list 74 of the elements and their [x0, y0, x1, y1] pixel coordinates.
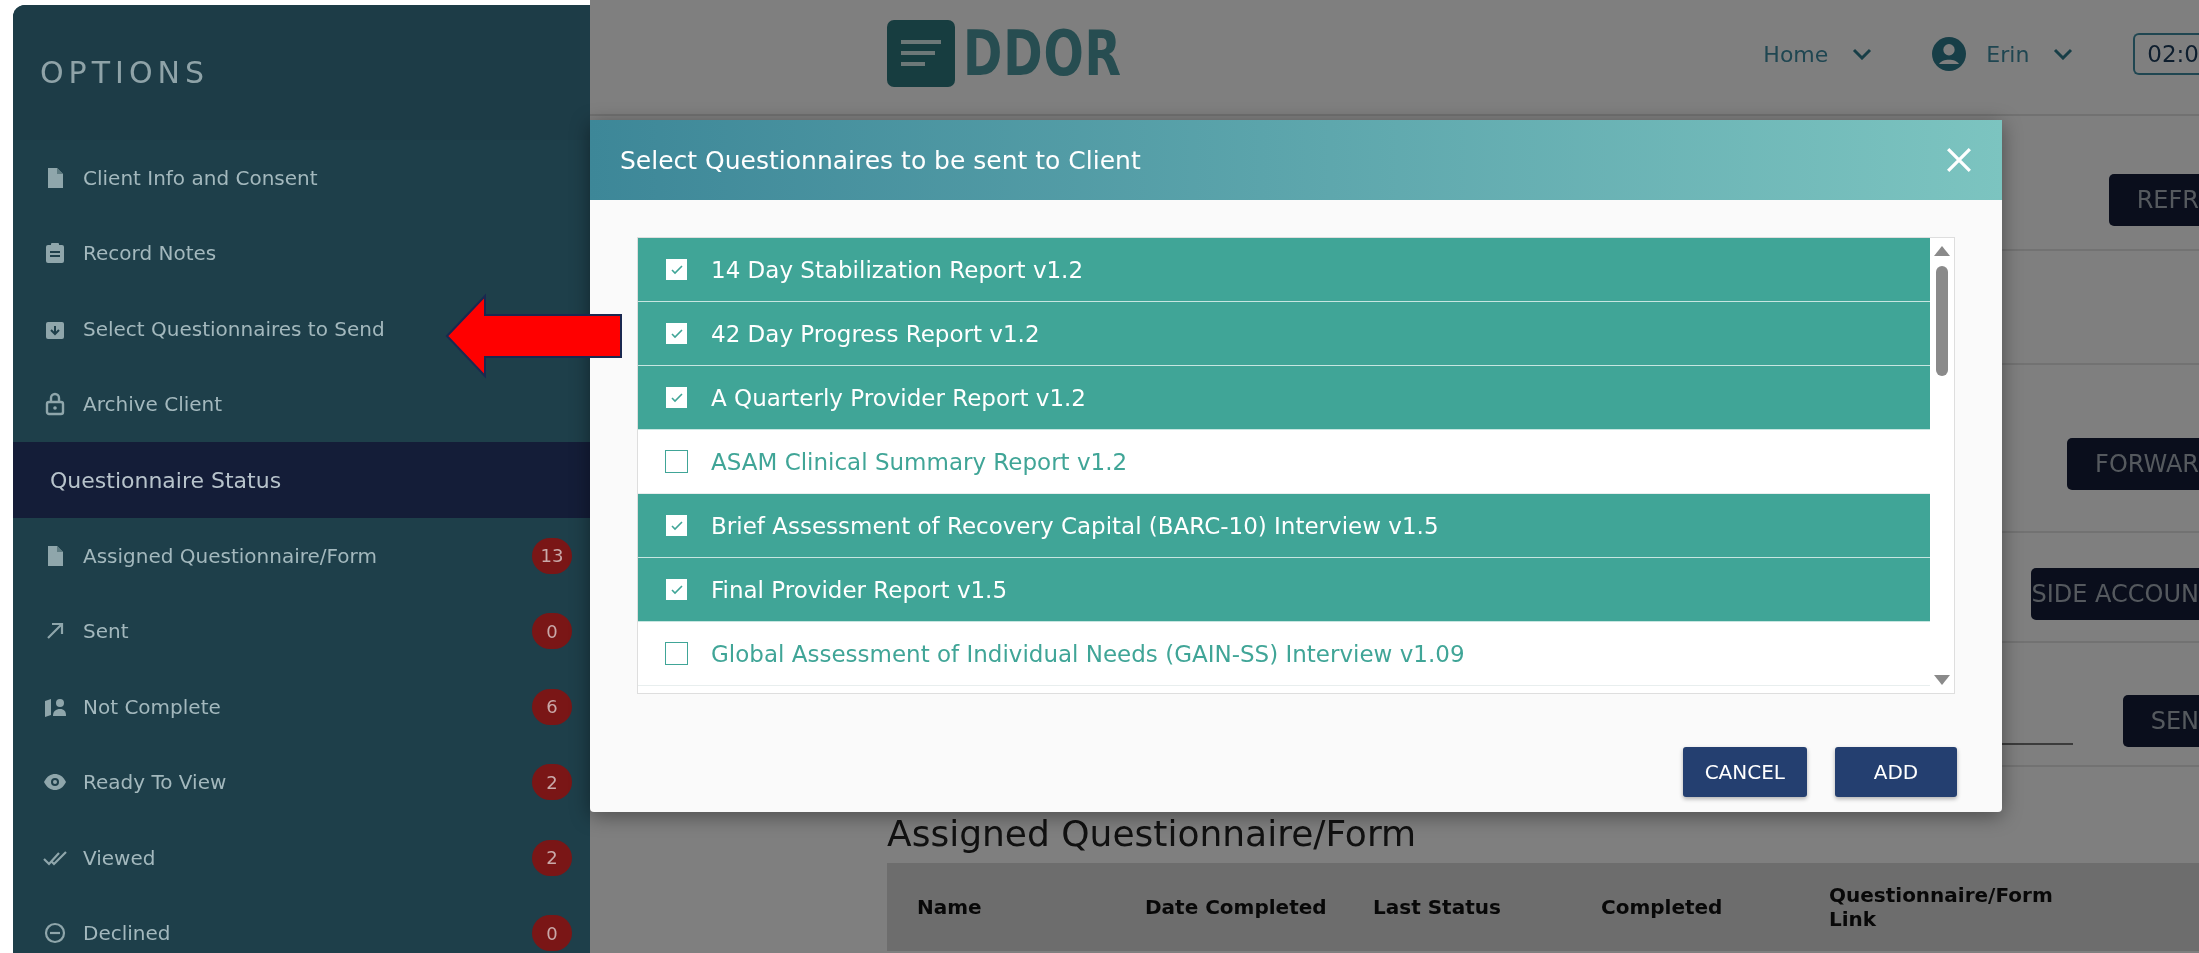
dialog-title: Select Questionnaires to be sent to Client [620, 145, 1142, 175]
sidebar-item[interactable]: Ready To View 2 [13, 744, 590, 820]
sidebar-item[interactable]: Select Questionnaires to Send [13, 291, 391, 367]
sidebar-item[interactable]: Declined 0 [13, 895, 590, 953]
logo-icon [887, 19, 955, 87]
logo-text: DDOR [963, 16, 1122, 90]
count-badge: 2 [532, 839, 572, 876]
dialog-button[interactable]: ADD [1835, 747, 1957, 797]
list-item-label: Global Assessment of Individual Needs (GAIN-SS) Interview v1.09 [711, 640, 1465, 667]
sidebar-item[interactable]: Sent 0 [13, 593, 590, 669]
scroll-down-icon[interactable] [1934, 675, 1950, 685]
list-item[interactable]: A Quarterly Provider Report v1.2 [638, 366, 1930, 430]
column-header: Name [917, 895, 983, 919]
sidebar-item[interactable]: Not Complete 6 [13, 669, 590, 745]
section-header: Questionnaire Status [13, 442, 590, 518]
list-item[interactable]: Brief Assessment of Recovery Capital (BARC-10) Interview v1.5 [638, 494, 1930, 558]
user-icon [1932, 37, 1967, 71]
checkbox[interactable] [665, 322, 688, 345]
column-header: Completed [1601, 895, 1724, 919]
section-heading: Assigned Questionnaire/Form [887, 813, 1418, 855]
sidebar-item[interactable]: Viewed 2 [13, 820, 590, 896]
sidebar-item[interactable]: Record Notes [13, 215, 223, 291]
chevron-down-icon [2053, 48, 2074, 60]
list-item[interactable]: Final Provider Report v1.5 [638, 558, 1930, 622]
action-button[interactable]: FORWAR [2067, 438, 2199, 490]
sidebar-item-label: Ready To View [83, 770, 228, 795]
sidebar-item-label: Viewed [83, 845, 157, 870]
arrow-annotation-icon [445, 293, 623, 379]
list-item-label: A Quarterly Provider Report v1.2 [711, 384, 1086, 411]
count-badge: 13 [532, 537, 572, 574]
sidebar-item-label: Not Complete [83, 694, 222, 719]
checkbox[interactable] [665, 642, 688, 665]
list-item-label: Brief Assessment of Recovery Capital (BARC-10) Interview v1.5 [711, 512, 1439, 539]
dialog-button[interactable]: CANCEL [1682, 747, 1807, 797]
nav-label: Erin [1986, 41, 2030, 67]
list-item-label: 14 Day Stabilization Report v1.2 [711, 256, 1084, 283]
scroll-up-icon[interactable] [1934, 246, 1950, 256]
close-button[interactable] [1946, 147, 1972, 173]
sidebar-item[interactable]: Client Info and Consent [13, 140, 324, 216]
count-badge: 0 [532, 915, 572, 952]
chevron-down-icon [1852, 48, 1873, 60]
list-item[interactable]: 42 Day Progress Report v1.2 [638, 302, 1930, 366]
count-badge: 0 [532, 613, 572, 650]
action-button[interactable]: SIDE ACCOUN [2031, 568, 2199, 620]
sidebar-item[interactable]: Archive Client [13, 366, 229, 442]
nav-label: Home [1763, 41, 1829, 67]
sidebar-item-label: Sent [83, 619, 130, 644]
count-badge: 2 [532, 764, 572, 801]
column-header: Date Completed [1145, 895, 1328, 919]
action-button[interactable]: SEN [2122, 695, 2199, 747]
sidebar-item[interactable]: Assigned Questionnaire/Form 13 [13, 518, 590, 594]
list-item-label: ASAM Clinical Summary Report v1.2 [711, 448, 1128, 475]
list-item-label: Final Provider Report v1.5 [711, 576, 1008, 603]
checkbox[interactable] [665, 386, 688, 409]
count-badge: 6 [532, 688, 572, 725]
column-header: Questionnaire/Form Link [1829, 883, 2054, 931]
list-item-label: 42 Day Progress Report v1.2 [711, 320, 1040, 347]
column-header: Last Status [1373, 895, 1502, 919]
close-icon [1946, 147, 1972, 173]
clipboard-icon [43, 241, 67, 266]
checkbox[interactable] [665, 578, 688, 601]
list-item[interactable]: 14 Day Stabilization Report v1.2 [638, 238, 1930, 302]
checkbox[interactable] [665, 450, 688, 473]
sidebar-item-label: Assigned Questionnaire/Form [83, 543, 378, 568]
checkbox[interactable] [665, 514, 688, 537]
checkbox[interactable] [665, 258, 688, 281]
nav-menu[interactable]: Erin [1932, 37, 2074, 71]
session-timer: 02:0 [2133, 33, 2199, 75]
lock-icon [43, 392, 67, 417]
nav-menu[interactable]: Home [1763, 41, 1873, 67]
sidebar-item-label: Declined [83, 921, 172, 946]
minus-circle-icon [43, 921, 67, 946]
action-button[interactable]: REFR [2108, 174, 2199, 226]
scroll-thumb[interactable] [1936, 266, 1948, 376]
